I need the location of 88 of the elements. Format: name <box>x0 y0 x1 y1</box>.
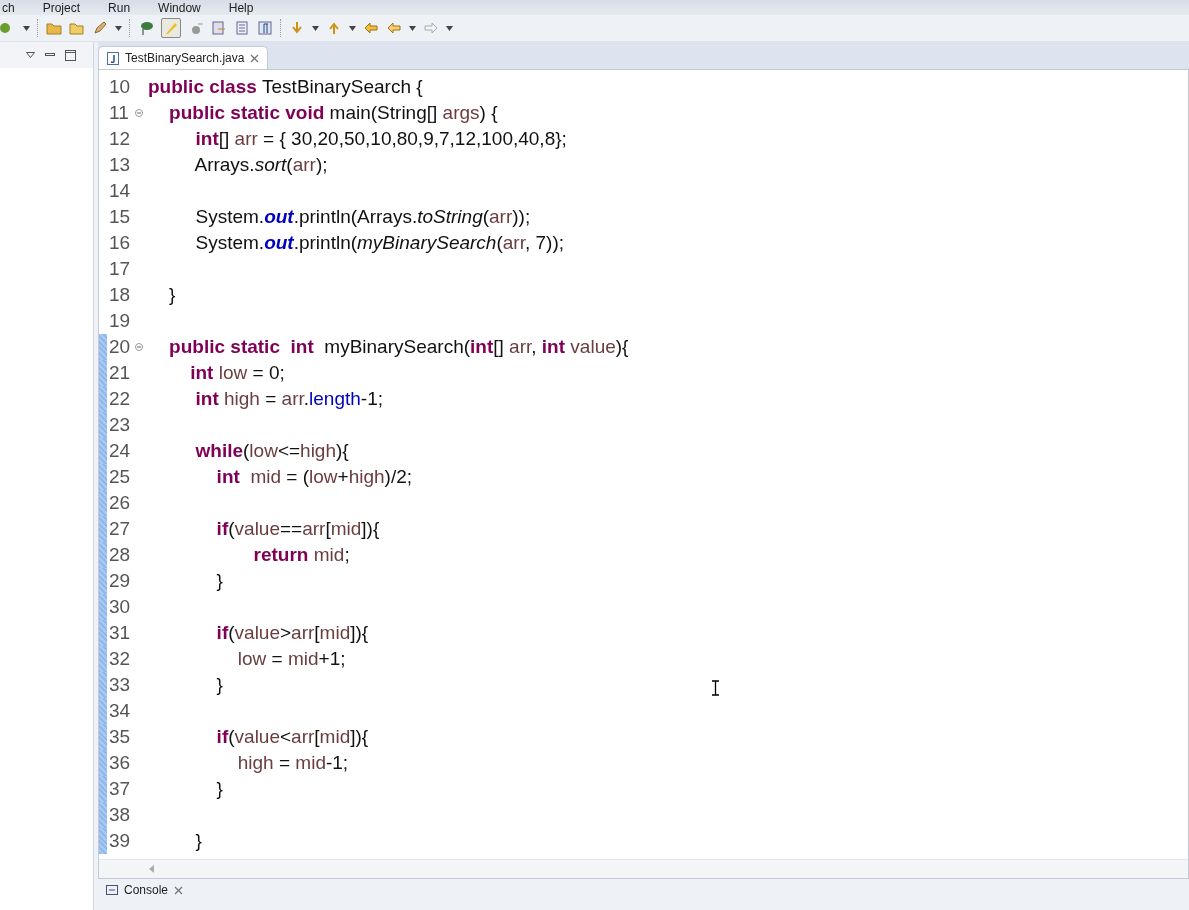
caret-icon[interactable] <box>349 25 356 31</box>
close-icon[interactable] <box>174 885 184 895</box>
line-number: 24 <box>109 440 132 462</box>
caret-icon[interactable] <box>23 25 30 31</box>
menu-item[interactable]: Help <box>226 0 256 15</box>
line-number: 18 <box>109 284 132 306</box>
code-line: Arrays.sort(arr); <box>193 154 328 176</box>
line-number: 20 <box>109 336 132 358</box>
code-line: high = mid-1; <box>236 752 349 774</box>
code-line: System.out.println(myBinarySearch(arr, 7)); <box>194 232 564 254</box>
code-line: } <box>215 570 223 592</box>
view-menu-icon[interactable] <box>26 52 35 58</box>
line-number: 33 <box>109 674 132 696</box>
line-number: 30 <box>109 596 132 618</box>
caret-icon[interactable] <box>115 25 122 31</box>
line-number: 21 <box>109 362 132 384</box>
line-number: 23 <box>109 414 132 436</box>
line-number: 32 <box>109 648 132 670</box>
collapse-icon[interactable] <box>135 109 143 117</box>
code-line: if(value<arr[mid]){ <box>215 726 369 748</box>
code-line: int mid = (low+high)/2; <box>215 466 412 488</box>
code-line: int low = 0; <box>189 362 285 384</box>
forward-arrow-icon[interactable] <box>423 20 439 36</box>
console-tab[interactable]: Console <box>98 881 192 899</box>
line-number: 29 <box>109 570 132 592</box>
line-number: 19 <box>109 310 132 332</box>
line-number: 36 <box>109 752 132 774</box>
menu-item[interactable]: Project <box>40 0 83 15</box>
line-number: 25 <box>109 466 132 488</box>
document-lines-icon[interactable] <box>234 20 250 36</box>
code-line: int high = arr.length-1; <box>194 388 383 410</box>
line-number: 38 <box>109 804 132 826</box>
code-line: public static int myBinarySearch(int[] arr, int value){ <box>168 336 629 358</box>
line-number: 14 <box>109 180 132 202</box>
line-number: 28 <box>109 544 132 566</box>
line-number: 11 <box>109 102 130 124</box>
code-line: if(value==arr[mid]){ <box>215 518 380 540</box>
line-number: 10 <box>109 76 132 98</box>
line-number: 35 <box>109 726 132 748</box>
line-number: 17 <box>109 258 132 280</box>
code-line: System.out.println(Arrays.toString(arr)); <box>194 206 531 228</box>
pencil-icon[interactable] <box>92 20 108 36</box>
java-file-icon <box>107 51 119 65</box>
caret-icon[interactable] <box>446 25 453 31</box>
code-line: return mid; <box>252 544 350 566</box>
menu-item[interactable]: ch <box>0 0 17 15</box>
text-cursor-icon <box>711 680 720 696</box>
line-number: 27 <box>109 518 132 540</box>
console-icon <box>106 885 118 895</box>
line-number: 13 <box>109 154 132 176</box>
back-arrow-icon[interactable] <box>386 20 402 36</box>
code-line: public class TestBinarySearch { <box>147 76 423 98</box>
code-line: while(low<=high){ <box>194 440 349 462</box>
code-line: if(value>arr[mid]){ <box>215 622 369 644</box>
close-icon[interactable] <box>250 53 260 63</box>
arrow-up-icon[interactable] <box>326 20 342 36</box>
code-line: } <box>168 284 176 306</box>
code-line: } <box>194 830 202 852</box>
line-number: 31 <box>109 622 132 644</box>
line-number: 15 <box>109 206 132 228</box>
tab-title: TestBinarySearch.java <box>125 51 245 65</box>
caret-icon[interactable] <box>312 25 319 31</box>
code-line: int[] arr = { 30,20,50,10,80,9,7,12,100,40,8}; <box>194 128 567 150</box>
code-line: low = mid+1; <box>236 648 346 670</box>
editor-tab[interactable]: TestBinarySearch.java <box>98 46 269 69</box>
code-line: } <box>215 674 223 696</box>
line-number: 12 <box>109 128 132 150</box>
paragraph-icon[interactable] <box>257 20 273 36</box>
arrow-down-icon[interactable] <box>289 20 305 36</box>
code-line: } <box>215 778 223 800</box>
collapse-icon[interactable] <box>135 343 143 351</box>
maximize-icon[interactable] <box>65 49 76 61</box>
menu-item[interactable]: Run <box>106 0 133 15</box>
line-number: 26 <box>109 492 132 514</box>
line-number: 22 <box>109 388 132 410</box>
line-number: 34 <box>109 700 132 722</box>
line-number: 16 <box>109 232 132 254</box>
back-star-icon[interactable] <box>363 20 379 36</box>
tab-title: Console <box>124 883 169 897</box>
open-folder-icon[interactable] <box>69 20 85 36</box>
highlighter-icon[interactable] <box>161 18 181 38</box>
menu-item[interactable]: Window <box>156 0 203 15</box>
line-number: 39 <box>109 830 132 852</box>
line-number: 37 <box>109 778 132 800</box>
code-line: public static void main(String[] args) { <box>168 102 498 124</box>
folder-icon[interactable] <box>46 20 62 36</box>
caret-icon[interactable] <box>409 25 416 31</box>
scroll-left-icon[interactable] <box>149 865 155 873</box>
